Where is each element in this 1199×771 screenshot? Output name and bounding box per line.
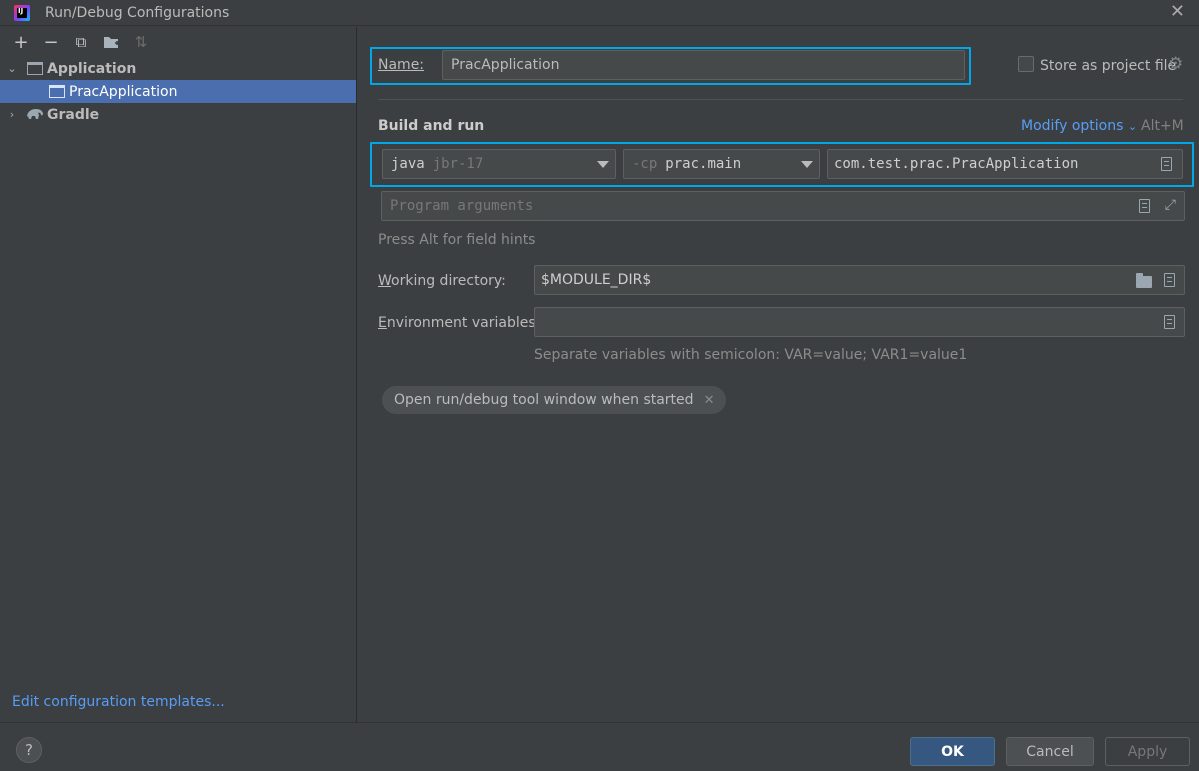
working-directory-value: $MODULE_DIR$ <box>541 272 652 288</box>
section-title: Build and run <box>378 118 485 134</box>
modify-options-shortcut: Alt+M <box>1141 118 1184 134</box>
dropdown-arrow-icon <box>801 161 813 168</box>
working-directory-label: Working directory: <box>378 273 506 289</box>
tree-node-pracapplication[interactable]: PracApplication <box>0 80 356 103</box>
working-directory-input[interactable]: $MODULE_DIR$ <box>534 265 1185 295</box>
classpath-module-select[interactable]: -cp prac.main <box>623 149 820 179</box>
tree-node-gradle[interactable]: › Gradle <box>0 103 356 126</box>
dialog-footer: ? OK Cancel Apply <box>0 722 1199 771</box>
program-arguments-input[interactable]: Program arguments ⤢ <box>381 191 1185 221</box>
divider <box>378 99 1183 100</box>
edit-configuration-templates-link[interactable]: Edit configuration templates... <box>12 694 225 710</box>
plus-icon[interactable]: + <box>6 30 36 54</box>
working-directory-label-text: orking directory: <box>391 273 506 289</box>
environment-variables-input[interactable] <box>534 307 1185 337</box>
configuration-editor: Name: PracApplication Store as project f… <box>358 27 1199 722</box>
main-class-value: com.test.prac.PracApplication <box>834 156 1079 172</box>
environment-variables-hint: Separate variables with semicolon: VAR=v… <box>534 347 968 363</box>
title-bar: IJ Run/Debug Configurations ✕ <box>0 0 1199 26</box>
copy-icon[interactable]: ⧉ <box>66 30 96 54</box>
insert-macro-icon[interactable] <box>1164 273 1175 287</box>
store-as-project-checkbox[interactable] <box>1018 56 1034 72</box>
environment-variables-label-text: nvironment variables: <box>386 315 541 331</box>
jdk-select[interactable]: java jbr-17 <box>382 149 616 179</box>
tree-node-label: Application <box>47 60 137 77</box>
help-button[interactable]: ? <box>16 737 42 763</box>
modify-options-link[interactable]: Modify options ⌄ <box>1021 118 1137 134</box>
tree-node-application[interactable]: ⌄ Application <box>0 57 356 80</box>
chevron-right-icon[interactable]: › <box>4 108 20 121</box>
chevron-down-icon[interactable]: ⌄ <box>4 62 20 75</box>
close-icon[interactable]: ✕ <box>1170 3 1185 21</box>
edit-environment-icon[interactable] <box>1164 315 1175 329</box>
configurations-tree: ⌄ Application PracApplication › Gradle <box>0 57 356 126</box>
application-icon <box>26 62 44 76</box>
program-arguments-placeholder: Program arguments <box>390 198 534 214</box>
tree-node-label: PracApplication <box>69 83 178 100</box>
minus-icon[interactable]: − <box>36 30 66 54</box>
cancel-button[interactable]: Cancel <box>1006 737 1094 766</box>
jdk-keyword: java <box>391 156 425 172</box>
name-label-text: Name: <box>378 57 425 73</box>
insert-macro-icon[interactable] <box>1139 199 1150 213</box>
name-value: PracApplication <box>451 57 560 73</box>
field-hints-text: Press Alt for field hints <box>378 232 536 248</box>
remove-option-icon[interactable]: ✕ <box>704 393 715 408</box>
folder-add-icon[interactable] <box>96 30 126 54</box>
ok-button[interactable]: OK <box>910 737 995 766</box>
configurations-sidebar: + − ⧉ ⇅ ⌄ Application PracApplication › … <box>0 27 357 722</box>
chevron-down-icon: ⌄ <box>1127 120 1138 133</box>
browse-class-icon[interactable] <box>1161 157 1172 171</box>
name-label: Name: <box>378 57 424 73</box>
apply-button[interactable]: Apply <box>1105 737 1190 766</box>
cp-value: prac.main <box>665 156 742 172</box>
sidebar-toolbar: + − ⧉ ⇅ <box>0 27 356 57</box>
environment-variables-label: Environment variables: <box>378 315 540 331</box>
application-icon <box>48 85 66 99</box>
store-as-project-label: Store as project file <box>1040 58 1177 74</box>
sort-icon[interactable]: ⇅ <box>126 30 156 54</box>
working-directory-label-mnemonic: W <box>378 273 392 289</box>
dropdown-arrow-icon <box>597 161 609 168</box>
jdk-value: jbr-17 <box>432 156 484 172</box>
gear-icon[interactable]: ⚙ <box>1168 54 1183 74</box>
window-title: Run/Debug Configurations <box>45 4 230 21</box>
modify-options-label: Modify options <box>1021 118 1124 134</box>
open-tool-window-option-chip[interactable]: Open run/debug tool window when started … <box>382 386 727 414</box>
chip-label: Open run/debug tool window when started <box>394 392 694 408</box>
main-class-input[interactable]: com.test.prac.PracApplication <box>827 149 1183 179</box>
tree-node-label: Gradle <box>47 106 100 123</box>
cp-keyword: -cp <box>632 156 658 172</box>
gradle-elephant-icon <box>26 108 44 122</box>
folder-open-icon[interactable] <box>1136 273 1152 288</box>
environment-variables-label-mnemonic: E <box>378 315 387 331</box>
intellij-logo-icon: IJ <box>14 4 30 21</box>
name-input[interactable]: PracApplication <box>442 50 965 80</box>
expand-icon[interactable]: ⤢ <box>1165 197 1176 213</box>
